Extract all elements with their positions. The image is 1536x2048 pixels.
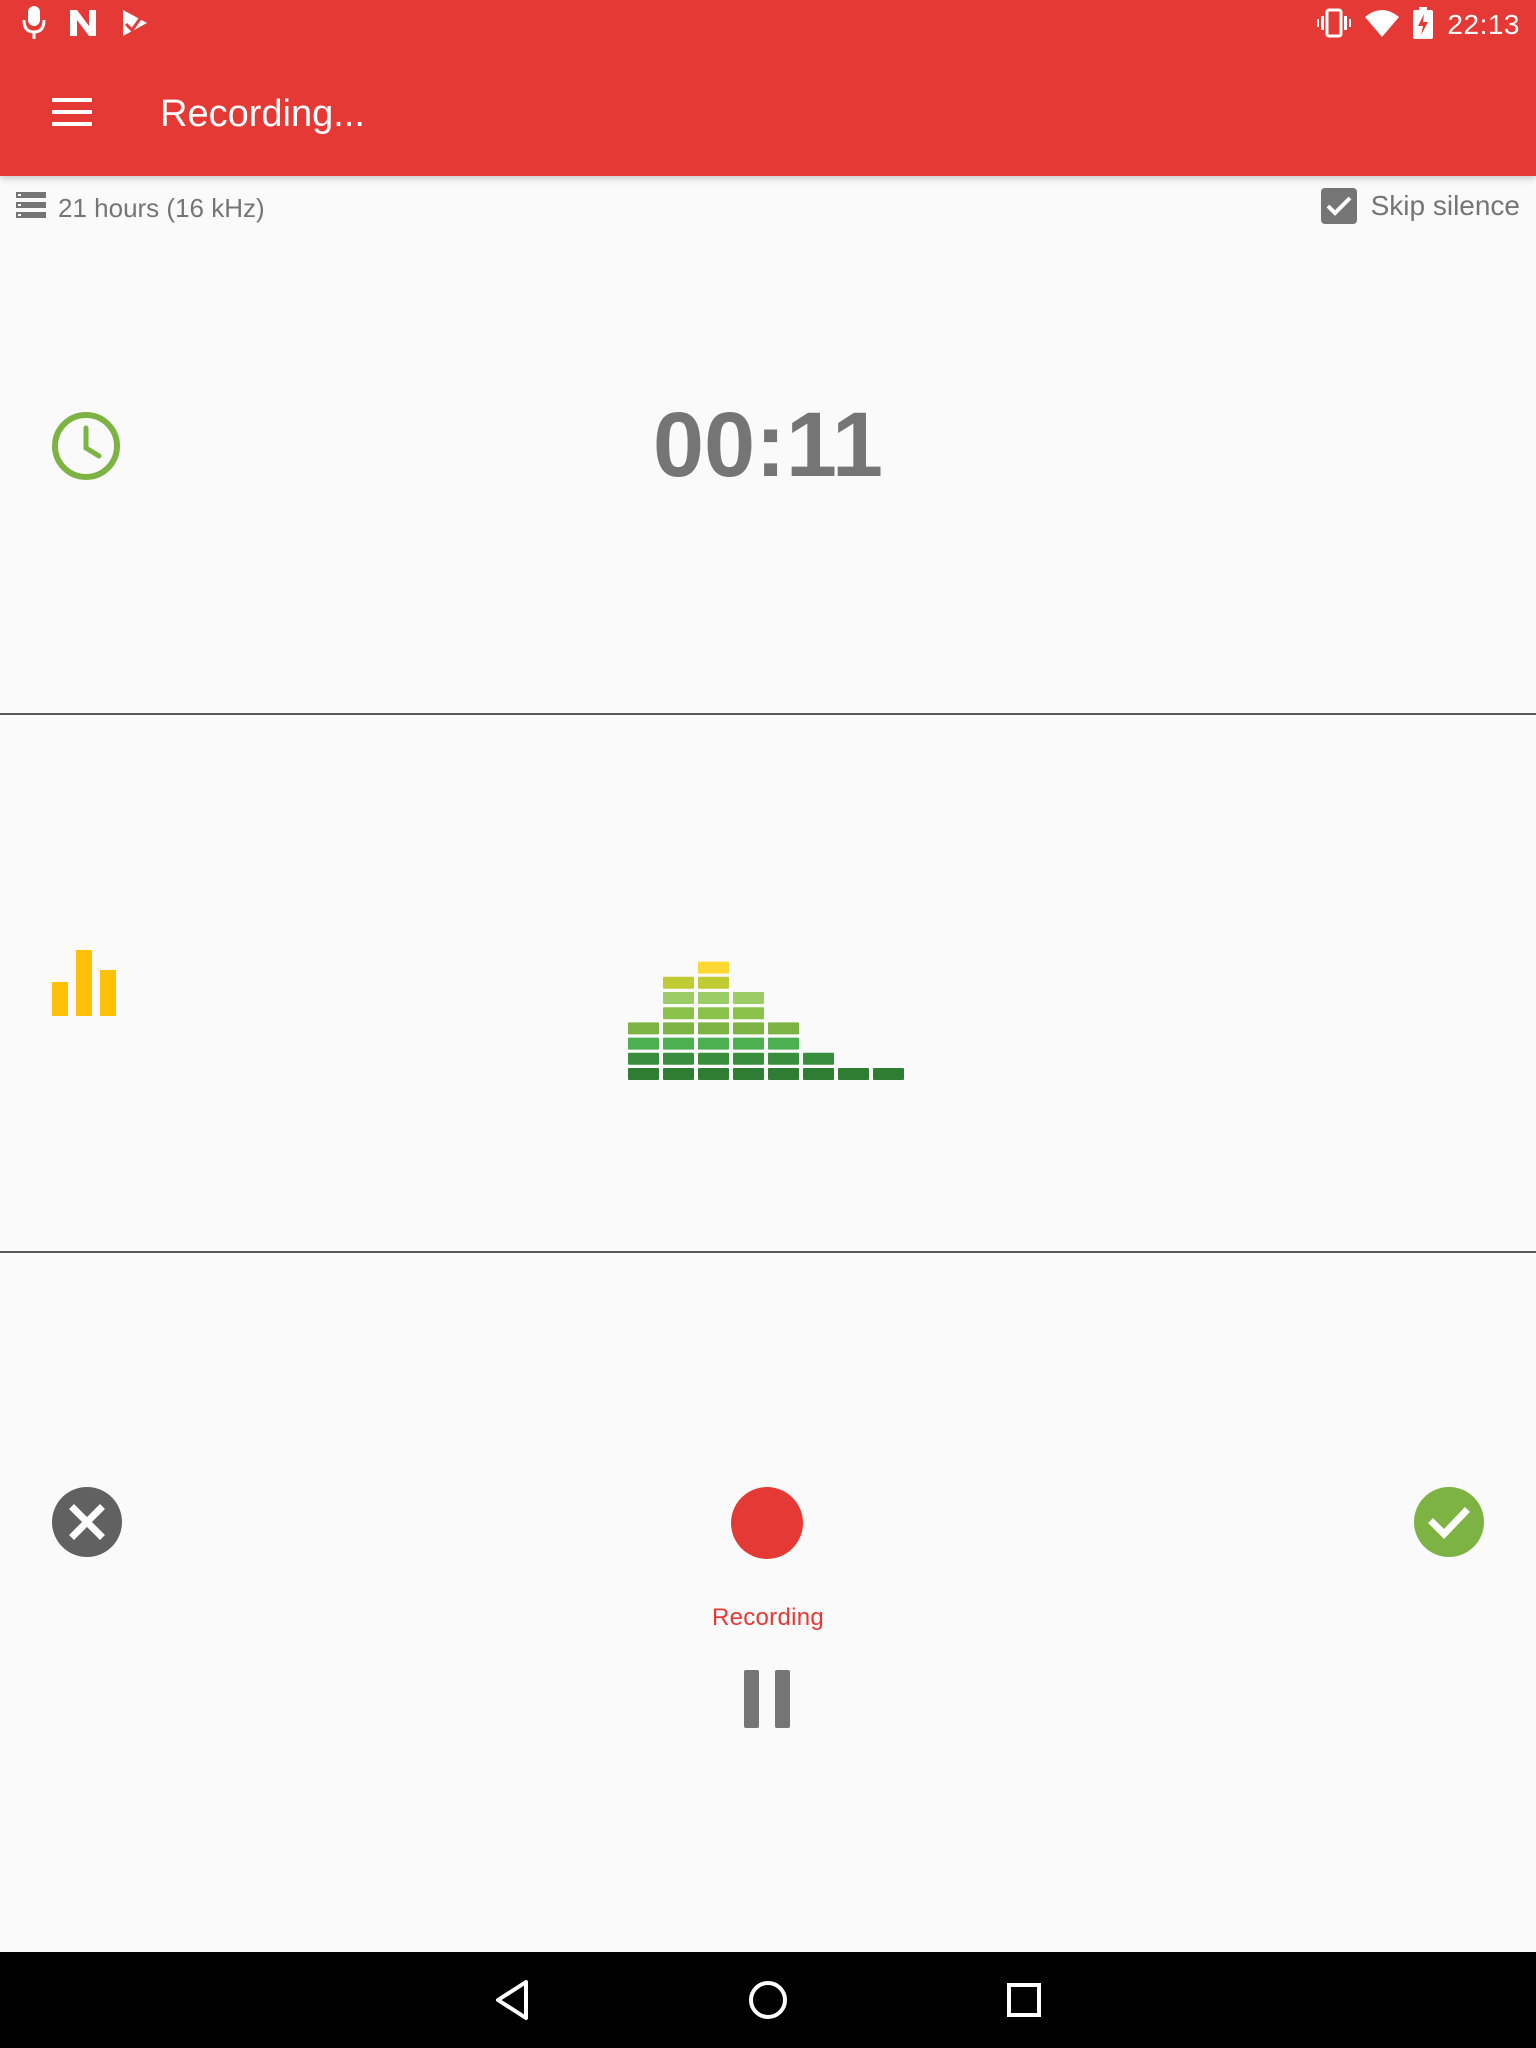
storage-icon: [16, 192, 46, 225]
status-bar-left: [22, 4, 150, 46]
battery-charging-icon: [1413, 6, 1434, 44]
done-button[interactable]: [1414, 1487, 1484, 1557]
level-meter-segment: [628, 1022, 659, 1035]
info-row: 21 hours (16 kHz) Skip silence: [0, 176, 1536, 246]
back-icon: [496, 1980, 528, 2020]
n-app-icon: [68, 8, 98, 43]
level-meter-segment: [768, 1022, 799, 1035]
level-meter-segment: [663, 1068, 694, 1080]
level-meter-segment: [663, 992, 694, 1004]
level-meter-segment: [663, 1052, 694, 1065]
level-meter-segment: [733, 1037, 764, 1050]
check-icon: [1414, 1487, 1484, 1557]
section-divider-bottom: [0, 1251, 1536, 1253]
record-button[interactable]: [731, 1487, 803, 1559]
storage-info: 21 hours (16 kHz): [16, 192, 265, 225]
level-meter-segment: [733, 1022, 764, 1035]
skip-silence-toggle[interactable]: Skip silence: [1320, 188, 1520, 224]
level-meter-segment: [628, 1037, 659, 1050]
bar-chart-icon: [52, 950, 118, 1016]
level-meter-segment: [698, 1052, 729, 1065]
status-bar-right: 22:13: [1317, 4, 1520, 46]
cancel-button[interactable]: [52, 1487, 122, 1557]
level-meter-segment: [698, 1037, 729, 1050]
level-meter-segment: [663, 1037, 694, 1050]
section-divider-top: [0, 713, 1536, 715]
level-meter-segment: [698, 1068, 729, 1080]
level-meter-segment: [663, 1007, 694, 1020]
app-bar: 22:13 Recording...: [0, 0, 1536, 176]
home-icon: [749, 1981, 787, 2019]
pause-icon: [744, 1670, 790, 1728]
storage-text: 21 hours (16 kHz): [58, 193, 265, 223]
menu-button[interactable]: [32, 74, 112, 154]
level-meter-segment: [803, 1052, 834, 1065]
cancel-icon: [52, 1487, 122, 1557]
recents-icon: [1007, 1983, 1041, 2017]
level-meter-segment: [698, 961, 729, 974]
level-meter-segment: [768, 1037, 799, 1050]
mic-icon: [22, 5, 46, 45]
level-meter-segment: [768, 1068, 799, 1080]
level-meter-segment: [803, 1068, 834, 1080]
level-meter-segment: [698, 1007, 729, 1020]
wifi-icon: [1365, 9, 1400, 42]
elapsed-timer: 00:11: [652, 394, 884, 496]
audio-level-meter: [628, 961, 904, 1080]
vibrate-icon: [1317, 8, 1352, 43]
level-meter-segment: [733, 1007, 764, 1020]
level-meter-segment: [628, 1052, 659, 1065]
system-nav-bar: [0, 1952, 1536, 2048]
level-meter-segment: [698, 976, 729, 989]
back-button[interactable]: [482, 1970, 542, 2030]
page-title: Recording...: [160, 93, 365, 135]
play-store-icon: [120, 8, 150, 43]
level-meter-segment: [768, 1052, 799, 1065]
skip-silence-checkbox[interactable]: [1320, 188, 1357, 224]
level-meter-segment: [698, 992, 729, 1004]
level-meter-segment: [733, 992, 764, 1004]
skip-silence-label: Skip silence: [1370, 190, 1520, 221]
home-button[interactable]: [738, 1970, 798, 2030]
pause-button[interactable]: [744, 1670, 790, 1728]
hamburger-menu-icon: [52, 97, 92, 132]
level-meter-segment: [663, 1022, 694, 1035]
level-meter-segment: [663, 976, 694, 989]
checkmark-icon: [1326, 196, 1352, 216]
status-time: 22:13: [1447, 9, 1520, 40]
level-meter-segment: [698, 1022, 729, 1035]
level-meter-segment: [733, 1052, 764, 1065]
level-meter-segment: [733, 1068, 764, 1080]
level-meter-segment: [838, 1068, 869, 1080]
recents-button[interactable]: [994, 1970, 1054, 2030]
record-status-label: Recording: [711, 1604, 825, 1631]
level-meter-segment: [628, 1068, 659, 1080]
level-meter-segment: [873, 1068, 904, 1080]
